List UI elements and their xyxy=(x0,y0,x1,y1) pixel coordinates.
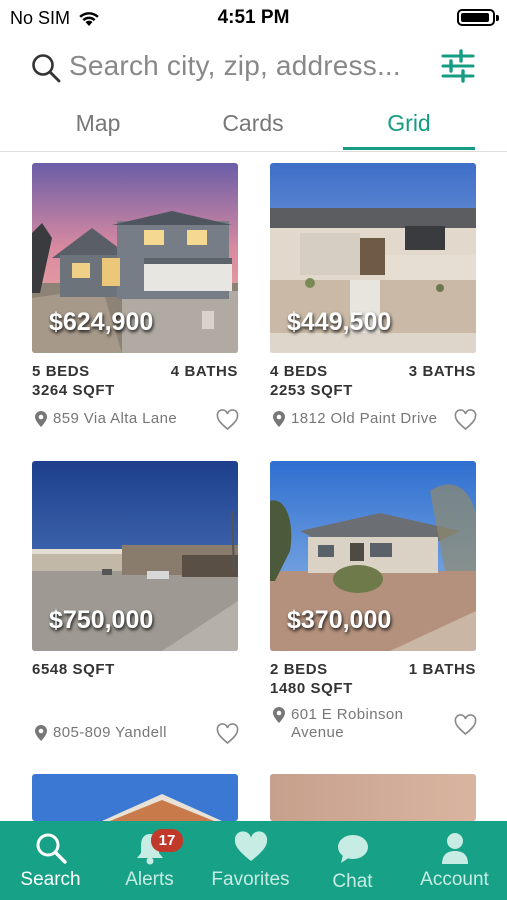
battery-icon xyxy=(457,9,499,26)
listing-sqft: 3264 SQFT xyxy=(32,382,115,399)
location-pin-icon xyxy=(273,707,285,723)
listing-card[interactable]: $624,900 5 BEDS 4 BATHS 3264 SQFT 859 Vi… xyxy=(32,163,239,431)
tabbar-label: Alerts xyxy=(125,869,174,890)
favorite-heart-icon[interactable] xyxy=(216,723,239,745)
listing-photo-partial[interactable] xyxy=(32,774,238,821)
tab-indicator xyxy=(343,147,475,150)
alerts-badge: 17 xyxy=(151,829,183,852)
listing-photo-partial[interactable] xyxy=(270,774,476,821)
status-bar: No SIM 4:51 PM xyxy=(0,0,507,34)
search-input[interactable]: Search city, zip, address... xyxy=(69,50,401,82)
tab-grid[interactable]: Grid xyxy=(342,110,476,137)
status-time: 4:51 PM xyxy=(217,7,290,28)
person-icon xyxy=(441,833,468,864)
listing-photo[interactable]: $750,000 xyxy=(32,461,238,651)
tabbar-label: Search xyxy=(20,869,81,890)
tabbar-label: Account xyxy=(420,869,489,890)
search-icon xyxy=(32,54,61,83)
listing-sqft: 6548 SQFT xyxy=(32,661,115,678)
favorite-heart-icon[interactable] xyxy=(454,714,477,736)
search-bar[interactable]: Search city, zip, address... xyxy=(0,44,507,94)
listing-beds: 5 BEDS xyxy=(32,363,90,380)
listing-baths: 4 BATHS xyxy=(170,363,238,380)
listing-photo[interactable]: $624,900 xyxy=(32,163,238,353)
listing-photo[interactable]: $449,500 xyxy=(270,163,476,353)
listing-sqft: 1480 SQFT xyxy=(270,680,353,697)
tabbar-item-search[interactable]: Search xyxy=(0,821,101,900)
tabbar-label: Favorites xyxy=(211,869,290,890)
bottom-tab-bar: Search 17 Alerts Favorites Chat Account xyxy=(0,821,507,900)
listing-sqft: 2253 SQFT xyxy=(270,382,353,399)
listing-card[interactable]: $370,000 2 BEDS 1 BATHS 1480 SQFT 601 E … xyxy=(270,461,477,741)
tabbar-label: Chat xyxy=(332,871,373,892)
filter-sliders-icon[interactable] xyxy=(441,48,475,84)
tabbar-item-alerts[interactable]: 17 Alerts xyxy=(99,821,200,900)
location-pin-icon xyxy=(35,725,47,741)
view-tabs: Map Cards Grid xyxy=(0,102,507,152)
tab-map[interactable]: Map xyxy=(31,110,165,137)
location-pin-icon xyxy=(35,411,47,427)
heart-icon xyxy=(234,831,267,861)
house-photo xyxy=(32,774,238,821)
search-icon xyxy=(36,833,67,864)
listing-beds: 2 BEDS xyxy=(270,661,328,678)
listing-card[interactable]: $449,500 4 BEDS 3 BATHS 2253 SQFT 1812 O… xyxy=(270,163,477,431)
listing-price: $449,500 xyxy=(287,308,392,336)
listing-address: 859 Via Alta Lane xyxy=(53,410,178,427)
listing-price: $750,000 xyxy=(49,606,154,634)
listing-address: 805-809 Yandell xyxy=(53,724,167,741)
tab-cards[interactable]: Cards xyxy=(186,110,320,137)
tabbar-item-favorites[interactable]: Favorites xyxy=(200,821,301,900)
location-pin-icon xyxy=(273,411,285,427)
listing-address: 601 E Robinson Avenue xyxy=(291,706,404,741)
listing-photo[interactable]: $370,000 xyxy=(270,461,476,651)
listing-address: 1812 Old Paint Drive xyxy=(291,410,438,427)
favorite-heart-icon[interactable] xyxy=(454,409,477,431)
house-photo xyxy=(270,774,476,821)
listing-price: $370,000 xyxy=(287,606,392,634)
favorite-heart-icon[interactable] xyxy=(216,409,239,431)
tabbar-item-account[interactable]: Account xyxy=(404,821,505,900)
listing-price: $624,900 xyxy=(49,308,154,336)
tabbar-item-chat[interactable]: Chat xyxy=(302,821,403,900)
listing-baths: 1 BATHS xyxy=(408,661,476,678)
listing-beds: 4 BEDS xyxy=(270,363,328,380)
chat-bubble-icon xyxy=(337,835,368,863)
listing-baths: 3 BATHS xyxy=(408,363,476,380)
listing-card[interactable]: $750,000 6548 SQFT 805-809 Yandell xyxy=(32,461,239,745)
